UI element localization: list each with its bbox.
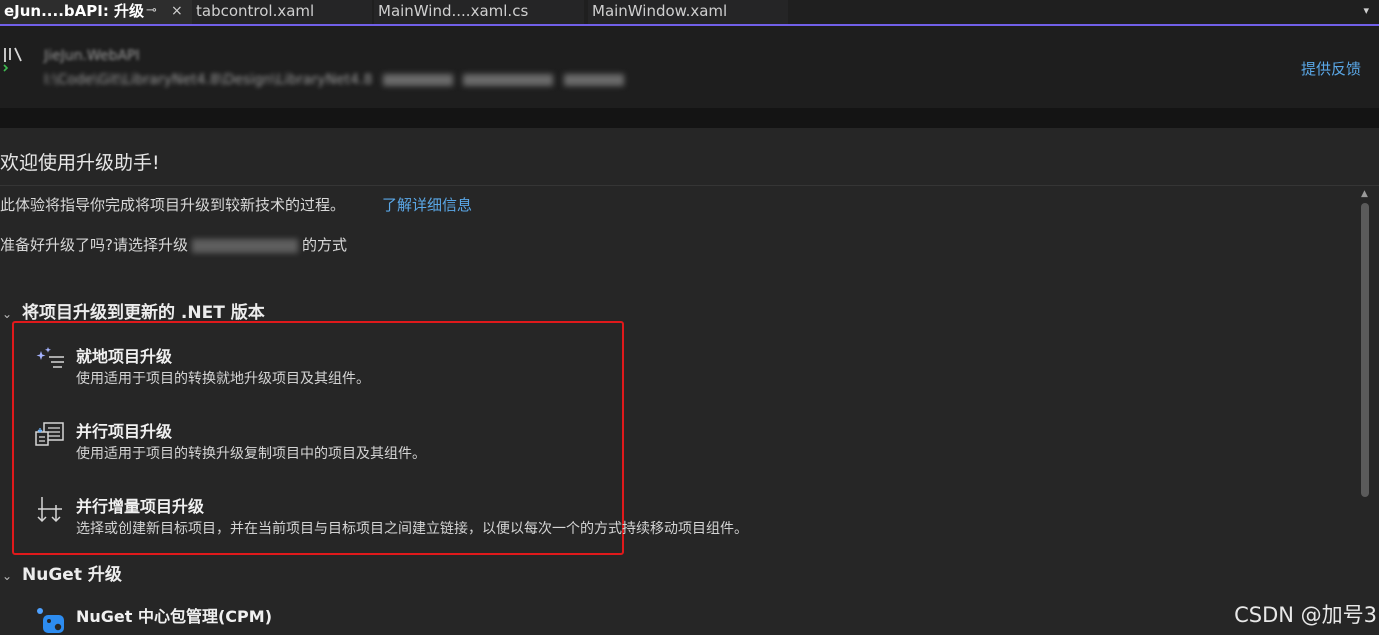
option-description: 使用适用于项目的转换就地升级项目及其组件。 (76, 371, 370, 387)
feedback-link[interactable]: 提供反馈 (1301, 58, 1361, 79)
pin-icon[interactable]: ⊸ (146, 0, 157, 22)
prompt-suffix: 的方式 (301, 236, 347, 254)
tab-mainwindow-xaml[interactable]: MainWindow.xaml (588, 0, 788, 24)
tab-overflow-icon[interactable]: ▾ (1363, 4, 1369, 17)
scroll-thumb[interactable] (1361, 203, 1369, 497)
section-dotnet-title: 将项目升级到更新的 .NET 版本 (22, 303, 265, 323)
watermark: CSDN @加号3 (1234, 603, 1377, 627)
option-title: 就地项目升级 (76, 347, 173, 366)
redacted-block (563, 74, 624, 86)
section-nuget-header[interactable]: ⌄ NuGet 升级 (2, 560, 122, 585)
chevron-down-icon: ⌄ (2, 569, 13, 583)
option-description: 选择或创建新目标项目，并在当前项目与目标项目之间建立链接，以便以每次一个的方式持… (76, 521, 748, 537)
vertical-scrollbar[interactable]: ▲ (1359, 185, 1371, 635)
chevron-down-icon: ⌄ (2, 307, 13, 321)
tab-upgrade-assistant[interactable]: eJun....bAPI: 升级 ⊸ × (0, 0, 192, 24)
divider (0, 185, 1379, 186)
project-header: JieJun.WebAPI I:\Code\Git\LibraryNet4.8\… (0, 26, 1379, 108)
section-nuget-title: NuGet 升级 (22, 565, 122, 585)
option-title: 并行项目升级 (76, 422, 173, 441)
upgrade-assistant-panel: 欢迎使用升级助手! 此体验将指导你完成将项目升级到较新技术的过程。 了解详细信息… (0, 128, 1379, 635)
redacted-block (382, 74, 453, 86)
option-title: 并行增量项目升级 (76, 497, 205, 516)
project-path-text: I:\Code\Git\LibraryNet4.8\Design\Library… (44, 72, 373, 88)
project-path: I:\Code\Git\LibraryNet4.8\Design\Library… (44, 72, 624, 88)
nuget-icon (37, 608, 64, 633)
prompt-prefix: 准备好升级了吗?请选择升级 (0, 236, 188, 254)
learn-more-link[interactable]: 了解详细信息 (382, 194, 472, 215)
redacted-project-name (191, 238, 298, 253)
side-by-side-icon (35, 422, 64, 446)
sparkle-list-icon (36, 347, 64, 368)
intro-text: 此体验将指导你完成将项目升级到较新技术的过程。 (0, 196, 346, 214)
scroll-up-icon[interactable]: ▲ (1361, 189, 1368, 199)
close-icon[interactable]: × (171, 0, 183, 22)
header-divider (0, 108, 1379, 128)
option-description: 使用适用于项目的转换升级复制项目中的项目及其组件。 (76, 446, 426, 462)
branch-arrows-icon (37, 497, 62, 523)
project-icon (3, 47, 22, 72)
upgrade-prompt: 准备好升级了吗?请选择升级 的方式 (0, 234, 347, 255)
tab-tabcontrol-xaml[interactable]: tabcontrol.xaml (192, 0, 372, 24)
section-dotnet-header[interactable]: ⌄ 将项目升级到更新的 .NET 版本 (2, 298, 265, 323)
option-title: NuGet 中心包管理(CPM) (76, 607, 273, 626)
document-tab-strip: eJun....bAPI: 升级 ⊸ × tabcontrol.xaml Mai… (0, 0, 1379, 26)
tab-mainwindow-xaml-cs[interactable]: MainWind....xaml.cs (374, 0, 584, 24)
page-title: 欢迎使用升级助手! (0, 152, 160, 174)
project-name: JieJun.WebAPI (44, 48, 140, 64)
tab-upgrade-label: eJun....bAPI: 升级 (4, 2, 145, 20)
redacted-block (463, 74, 554, 86)
